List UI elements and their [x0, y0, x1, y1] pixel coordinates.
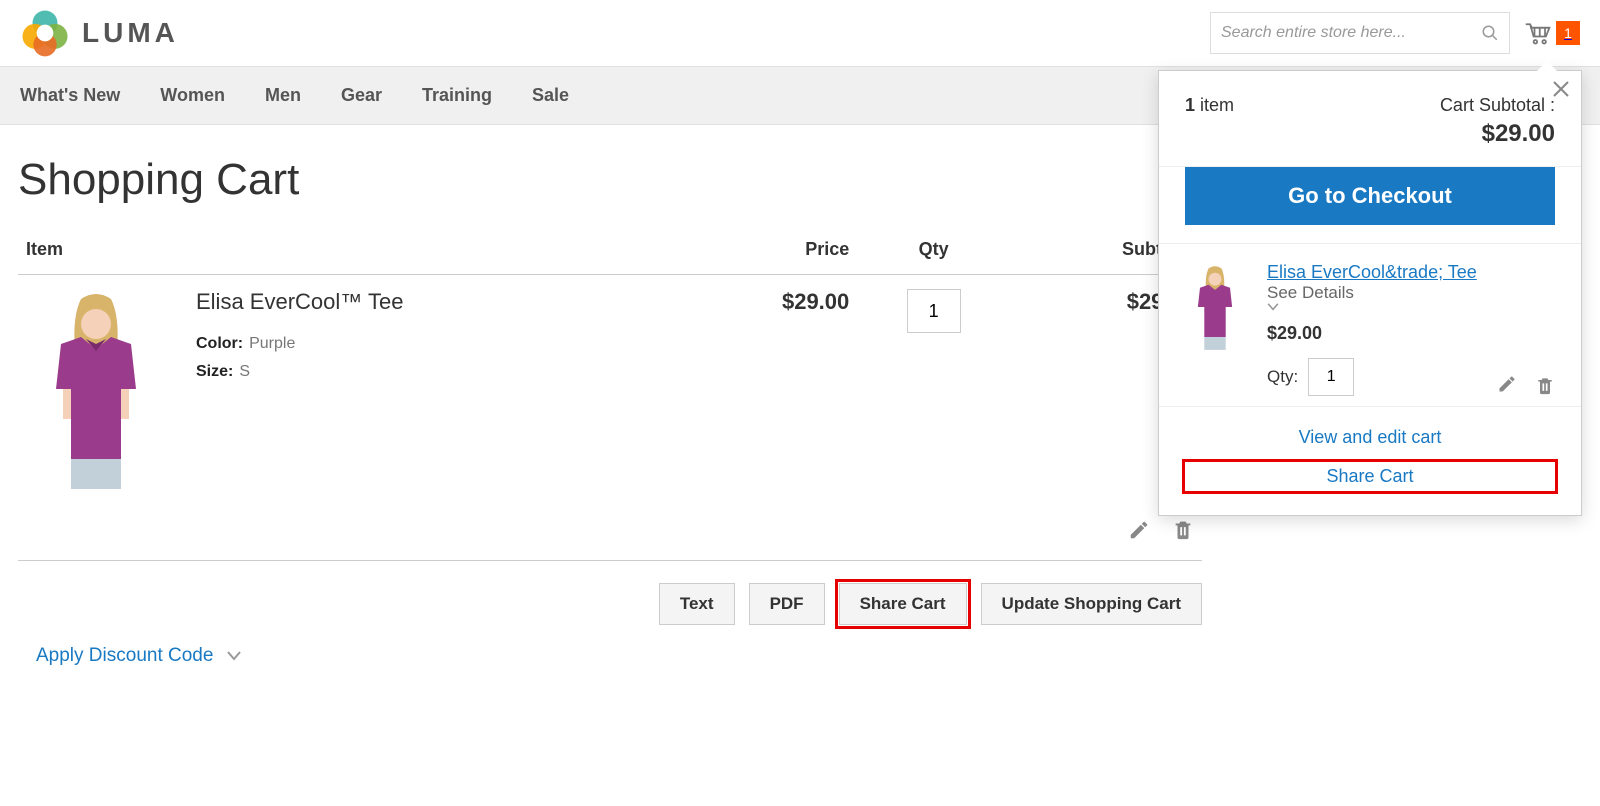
minicart-items-count: 1 item	[1185, 95, 1234, 148]
minicart-subtotal-label: Cart Subtotal :	[1440, 95, 1555, 116]
go-to-checkout-button[interactable]: Go to Checkout	[1185, 167, 1555, 225]
logo[interactable]: LUMA	[20, 8, 179, 58]
cart-column: Item Price Qty Subtotal	[18, 225, 1202, 667]
search-icon[interactable]	[1481, 24, 1499, 42]
nav-women[interactable]: Women	[160, 85, 225, 106]
minicart-subtotal-value: $29.00	[1440, 120, 1555, 148]
minicart-share-cart-link[interactable]: Share Cart	[1185, 462, 1555, 491]
product-name[interactable]: Elisa EverCool™ Tee	[196, 289, 668, 315]
item-price: $29.00	[676, 275, 858, 504]
nav-sale[interactable]: Sale	[532, 85, 569, 106]
col-item: Item	[18, 225, 676, 275]
update-cart-button[interactable]: Update Shopping Cart	[981, 583, 1202, 625]
nav-whats-new[interactable]: What's New	[20, 85, 120, 106]
remove-item-icon[interactable]	[1172, 517, 1194, 541]
product-info: Elisa EverCool™ Tee Color: Purple Size: S	[188, 275, 676, 504]
chevron-down-icon	[227, 651, 241, 661]
cart-actions: Text PDF Share Cart Update Shopping Cart	[18, 560, 1202, 635]
minicart: 1 item Cart Subtotal : $29.00 Go to Chec…	[1158, 70, 1582, 516]
apply-discount-toggle[interactable]: Apply Discount Code	[36, 645, 241, 666]
search-box[interactable]	[1210, 12, 1510, 54]
chevron-down-icon	[1267, 303, 1555, 311]
search-input[interactable]	[1221, 24, 1481, 42]
remove-item-icon[interactable]	[1535, 374, 1555, 396]
col-price: Price	[676, 225, 858, 275]
cart-badge: 1	[1556, 21, 1580, 45]
discount-link-label: Apply Discount Code	[36, 645, 213, 666]
cart-icon	[1524, 20, 1552, 46]
cart-table: Item Price Qty Subtotal	[18, 225, 1202, 560]
nav-gear[interactable]: Gear	[341, 85, 382, 106]
share-cart-button[interactable]: Share Cart	[839, 583, 967, 625]
size-label: Size:	[196, 363, 233, 380]
view-edit-cart-link[interactable]: View and edit cart	[1185, 427, 1555, 448]
col-qty: Qty	[857, 225, 1010, 275]
minicart-item: Elisa EverCool&trade; Tee See Details $2…	[1159, 243, 1581, 406]
nav-training[interactable]: Training	[422, 85, 492, 106]
minicart-item-price: $29.00	[1267, 323, 1555, 344]
edit-item-icon[interactable]	[1128, 519, 1150, 541]
minicart-toggle[interactable]: 1	[1524, 20, 1580, 46]
color-value: Purple	[249, 335, 295, 352]
minicart-qty-input[interactable]	[1308, 358, 1354, 396]
size-value: S	[239, 363, 250, 380]
text-button[interactable]: Text	[659, 583, 735, 625]
qty-input[interactable]	[907, 289, 961, 333]
nav-men[interactable]: Men	[265, 85, 301, 106]
see-details-toggle[interactable]: See Details	[1267, 283, 1555, 311]
edit-item-icon[interactable]	[1497, 374, 1517, 396]
item-actions	[18, 503, 1202, 560]
logo-mark-icon	[20, 8, 70, 58]
product-image[interactable]	[18, 275, 188, 504]
header: LUMA 1	[0, 0, 1600, 66]
minicart-product-name[interactable]: Elisa EverCool&trade; Tee	[1267, 262, 1477, 282]
minicart-qty-label: Qty:	[1267, 367, 1298, 387]
minicart-item-image[interactable]	[1185, 262, 1251, 396]
header-right: 1	[1210, 12, 1580, 54]
logo-text: LUMA	[82, 17, 179, 49]
pdf-button[interactable]: PDF	[749, 583, 825, 625]
close-icon[interactable]	[1551, 79, 1571, 99]
cart-row: Elisa EverCool™ Tee Color:Purple Size:S …	[18, 275, 1202, 504]
color-label: Color:	[196, 335, 243, 352]
